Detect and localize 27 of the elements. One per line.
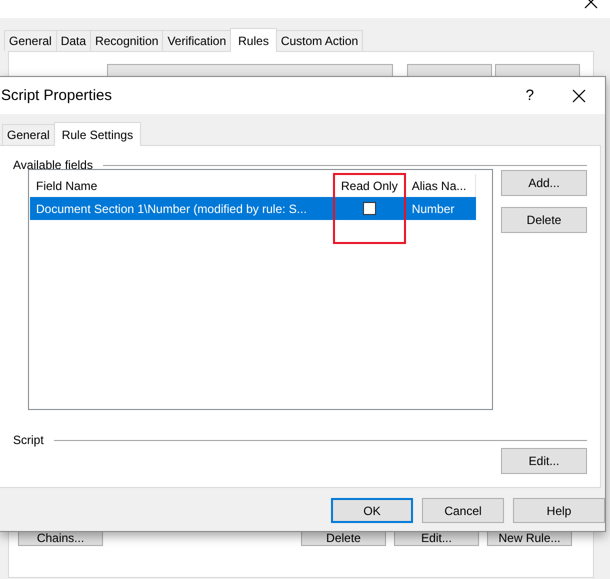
tab[interactable]: Rule Settings <box>54 122 142 146</box>
dialog-button[interactable]: Help <box>513 498 605 523</box>
close-icon[interactable] <box>572 88 586 102</box>
window-title: Script Properties <box>1 87 113 104</box>
edit-button[interactable]: Edit... <box>501 448 587 474</box>
field-button[interactable]: Delete <box>501 207 587 233</box>
rule-button[interactable]: Edit... <box>394 532 479 546</box>
toolbar-button[interactable] <box>495 64 580 77</box>
dialog-button[interactable]: Cancel <box>422 498 504 523</box>
table-row[interactable]: Document Section 1\Number (modified by rule: S... Number <box>30 197 476 220</box>
help-button[interactable]: ? <box>526 87 534 104</box>
tab[interactable]: General <box>4 30 57 51</box>
chains-button[interactable]: Chains... <box>18 532 103 546</box>
dialog-button[interactable]: OK <box>331 498 413 523</box>
field-button[interactable]: Add... <box>501 170 587 196</box>
rule-button[interactable]: Delete <box>301 532 386 546</box>
tab[interactable]: Custom Action <box>276 30 364 51</box>
tab[interactable]: Rules <box>230 28 277 52</box>
checkbox[interactable] <box>362 202 376 215</box>
table-cell: Number <box>404 197 476 220</box>
group-label: Available fields <box>13 158 93 172</box>
table-cell: Document Section 1\Number (modified by rule: S... <box>30 197 334 220</box>
tab[interactable]: General <box>2 124 55 145</box>
rule-button[interactable]: New Rule... <box>487 532 572 546</box>
toolbar-button[interactable] <box>407 64 492 77</box>
group-label: Script <box>13 433 44 447</box>
dropdown[interactable] <box>107 64 393 77</box>
